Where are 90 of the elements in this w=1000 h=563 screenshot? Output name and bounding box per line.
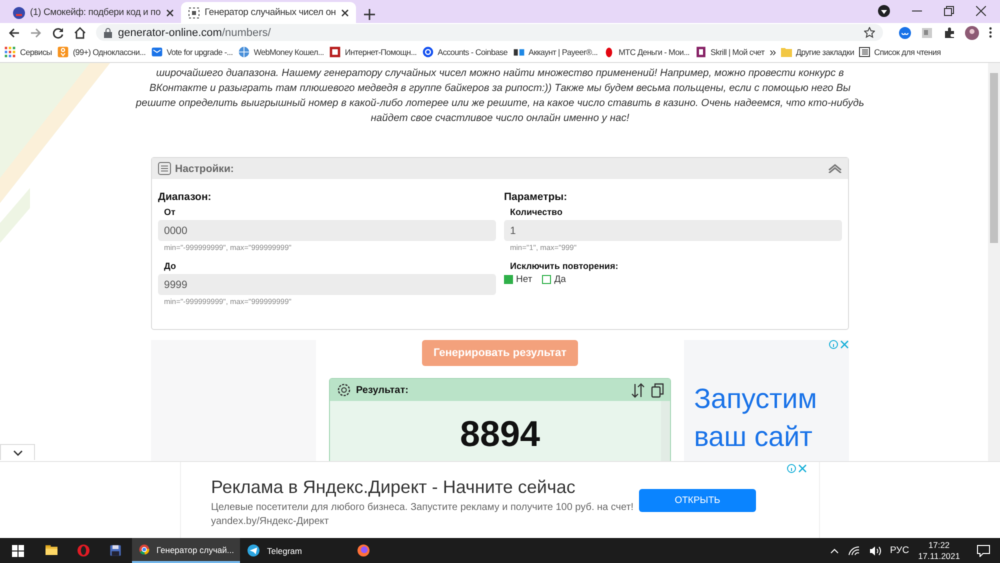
extension-icon[interactable] bbox=[921, 26, 933, 38]
info-icon[interactable] bbox=[787, 464, 796, 473]
bookmark[interactable]: Vote for upgrade -... bbox=[150, 46, 233, 58]
ad-url: yandex.by/Яндекс-Директ bbox=[211, 516, 330, 527]
lock-icon bbox=[104, 28, 112, 38]
menu-icon[interactable] bbox=[989, 27, 992, 38]
input-field[interactable]: 1 bbox=[504, 220, 842, 241]
bookmark[interactable]: Интернет-Помощн... bbox=[328, 46, 417, 58]
open-button[interactable]: ОТКРЫТЬ bbox=[639, 489, 756, 512]
plus-icon[interactable] bbox=[364, 9, 375, 20]
notification-icon[interactable] bbox=[977, 544, 990, 556]
bookmark[interactable]: Сервисы bbox=[4, 46, 52, 58]
sliders-icon bbox=[158, 162, 171, 175]
bookmark[interactable]: Accounts - Coinbase bbox=[422, 46, 508, 58]
bookmark-folder[interactable]: Другие закладки bbox=[780, 47, 854, 57]
field-label: Количество bbox=[510, 207, 564, 217]
intro-paragraph: широчайшего диапазона. Нашему генератору случайных чисел можно найти множество применений! Например, можно провести конкурс в ВКонтакте и разыграть там плюшевого медведя в группе байкеров за рипост:)) Также мы будем весьма польщены, если с помощью него Вы решите определить выигрышный номер в какой-либо лотерее или же решите, на какое число ставить в казино. Очень надеемся, что кто-нибудь найдет свое счастливое число онлайн именно у нас! bbox=[134, 67, 866, 126]
app-icon bbox=[138, 542, 150, 557]
ad-text: Запустим ваш сайт bbox=[694, 382, 818, 454]
folder-icon bbox=[780, 47, 792, 57]
wifi-icon[interactable] bbox=[848, 546, 860, 556]
close-icon[interactable] bbox=[166, 8, 174, 16]
copy-icon[interactable] bbox=[651, 382, 664, 398]
profile-icon[interactable] bbox=[878, 5, 890, 17]
browser-tab[interactable]: (1) Смокейф: подбери код и по bbox=[6, 2, 181, 23]
sort-icon[interactable] bbox=[631, 382, 645, 398]
star-icon[interactable] bbox=[864, 27, 875, 38]
input-field[interactable]: 9999 bbox=[158, 274, 496, 295]
radio-box[interactable] bbox=[504, 275, 513, 284]
bookmark-icon bbox=[422, 46, 434, 58]
more-bookmarks-button[interactable]: » bbox=[769, 45, 776, 59]
address-bar[interactable]: generator-online.com/numbers/ bbox=[96, 24, 883, 41]
chevron-icon bbox=[828, 164, 842, 173]
result-title: Результат: bbox=[356, 384, 408, 396]
list-icon bbox=[859, 47, 870, 57]
restore-icon[interactable] bbox=[944, 6, 954, 16]
bookmark-icon bbox=[328, 46, 341, 58]
radio-box[interactable] bbox=[542, 275, 552, 284]
field-label: От bbox=[164, 207, 176, 217]
app-icon bbox=[76, 543, 91, 558]
bookmark-icon bbox=[238, 46, 250, 58]
ad-title: Реклама в Яндекс.Директ - Начните сейчас bbox=[211, 477, 576, 498]
forward-icon[interactable] bbox=[30, 28, 42, 38]
bookmark-icon bbox=[56, 46, 69, 58]
taskbar-app[interactable]: Telegram bbox=[240, 538, 348, 563]
windows-icon[interactable] bbox=[12, 544, 24, 556]
app-icon bbox=[246, 543, 261, 558]
grid-icon bbox=[188, 6, 200, 18]
language-indicator[interactable]: РУС bbox=[890, 545, 910, 556]
bookmark[interactable]: (99+) Одноклассни... bbox=[56, 46, 146, 58]
scrollbar[interactable] bbox=[988, 63, 1000, 461]
settings-title: Настройки: bbox=[175, 162, 234, 174]
input-field[interactable]: 0000 bbox=[158, 220, 496, 241]
bookmark[interactable]: Аккаунт | Payeer®... bbox=[512, 46, 598, 58]
app-icon bbox=[356, 543, 371, 558]
radio-option[interactable]: Да bbox=[542, 274, 566, 285]
collapse-ad-button[interactable] bbox=[0, 444, 35, 460]
radio-option[interactable]: Нет bbox=[504, 274, 532, 285]
bookmark[interactable]: Skrill | Мой счет bbox=[694, 46, 764, 58]
parameters-heading: Параметры: bbox=[504, 191, 568, 203]
close-icon[interactable] bbox=[976, 6, 986, 16]
chevron-up-icon[interactable] bbox=[830, 548, 840, 554]
field-label: Исключить повторения: bbox=[510, 261, 620, 271]
chevron-down-icon bbox=[12, 450, 22, 456]
close-icon[interactable] bbox=[340, 8, 349, 16]
gear-icon[interactable] bbox=[336, 382, 352, 398]
range-heading: Диапазон: bbox=[158, 191, 212, 203]
browser-tab[interactable]: Генератор случайных чисел он bbox=[180, 2, 356, 23]
reload-icon[interactable] bbox=[52, 26, 64, 38]
bookmark[interactable]: WebMoney Кошел... bbox=[238, 46, 324, 58]
home-icon[interactable] bbox=[74, 26, 86, 38]
extension-icon[interactable] bbox=[899, 26, 911, 38]
reading-list[interactable]: Список для чтения bbox=[859, 47, 941, 57]
puzzle-icon[interactable] bbox=[943, 26, 955, 38]
result-number: 8894 bbox=[460, 413, 540, 455]
ad-description: Целевые посетители для любого бизнеса. Запустите рекламу и получите 100 руб. на счет! bbox=[211, 502, 635, 513]
bookmark-icon bbox=[694, 46, 707, 58]
speaker-icon[interactable] bbox=[869, 546, 882, 556]
back-icon[interactable] bbox=[8, 28, 20, 38]
bookmark-icon bbox=[150, 46, 163, 58]
bookmark-icon bbox=[4, 46, 16, 58]
field-label: До bbox=[164, 261, 178, 271]
app-icon bbox=[44, 543, 59, 558]
collapse-button[interactable] bbox=[828, 164, 842, 173]
bookmark[interactable]: МТС Деньги - Мои... bbox=[602, 46, 690, 58]
avatar-icon[interactable] bbox=[965, 26, 979, 40]
bookmark-icon bbox=[512, 46, 525, 58]
taskbar-app[interactable]: Генератор случай... bbox=[132, 538, 240, 563]
clock[interactable]: 17:22 17.11.2021 bbox=[918, 540, 960, 562]
app-icon bbox=[108, 543, 123, 558]
